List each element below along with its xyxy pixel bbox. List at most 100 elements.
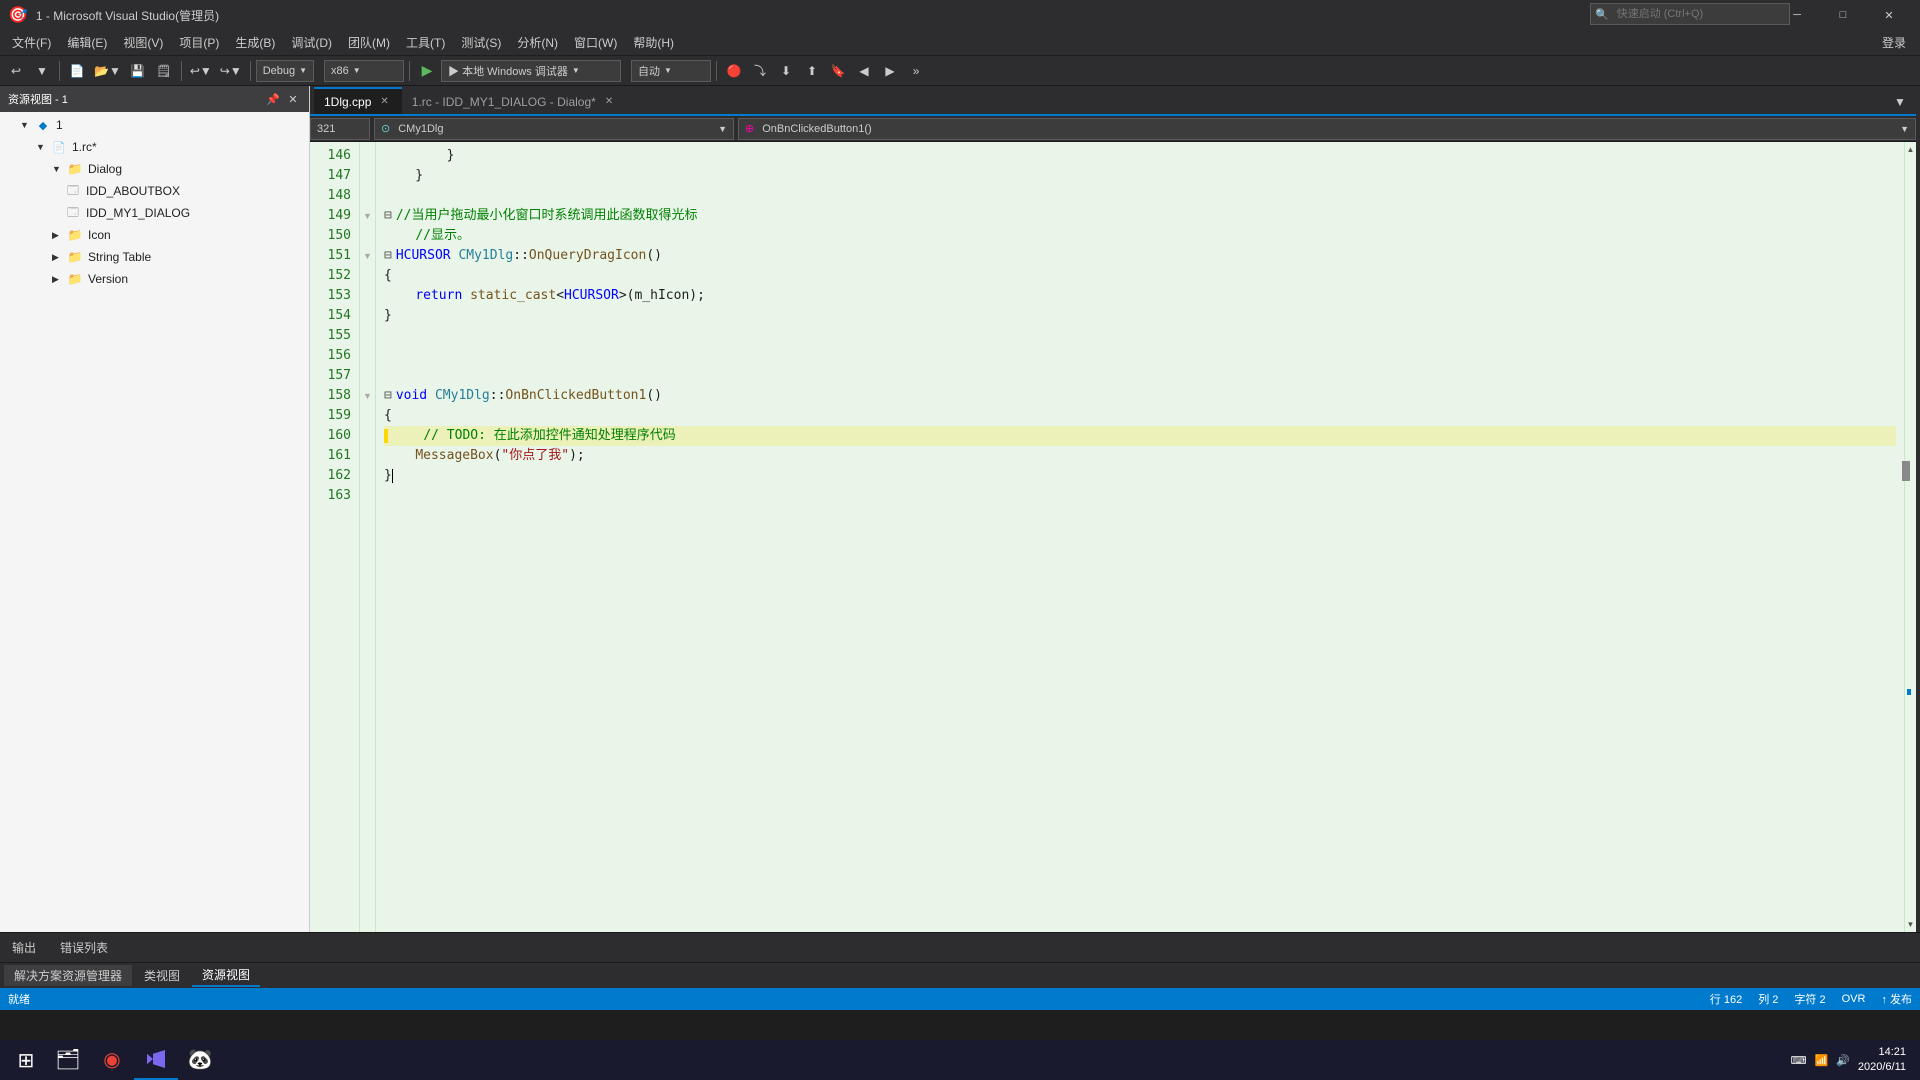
output-tab[interactable]: 输出 [8, 939, 40, 956]
class-dropdown[interactable]: ⊙ CMy1Dlg ▼ [374, 118, 734, 140]
toolbar-open-btn[interactable]: 📂▼ [91, 59, 124, 83]
sidebar-item-idd-about[interactable]: 🗔 IDD_ABOUTBOX [0, 180, 309, 202]
menu-analyze[interactable]: 分析(N) [509, 32, 566, 54]
code-line-159: { [384, 406, 1896, 426]
fold-151[interactable]: ▼ [360, 246, 375, 266]
toolbar-undo-btn[interactable]: ↩▼ [187, 59, 215, 83]
toolbar-step-into-btn[interactable]: ⬇ [774, 59, 798, 83]
sidebar-item-rc[interactable]: ▼ 📄 1.rc* [0, 136, 309, 158]
platform-dropdown[interactable]: x86 ▼ [324, 60, 404, 82]
close-button[interactable]: ✕ [1866, 0, 1912, 30]
menu-tools[interactable]: 工具(T) [398, 32, 453, 54]
sidebar-close-btn[interactable]: ✕ [285, 91, 301, 107]
menu-help[interactable]: 帮助(H) [625, 32, 682, 54]
auto-dropdown[interactable]: 自动 ▼ [631, 60, 711, 82]
tab-1rc-label: 1.rc - IDD_MY1_DIALOG - Dialog* [412, 95, 596, 109]
scroll-up-arrow-icon[interactable]: ▲ [1904, 142, 1916, 157]
taskbar-explorer-btn[interactable]: 🗂 [46, 1040, 90, 1080]
maximize-button[interactable]: □ [1820, 0, 1866, 30]
solution-explorer-tab[interactable]: 解决方案资源管理器 [4, 965, 132, 986]
right-scrollbar[interactable]: ▲ ▼ [1904, 142, 1916, 932]
toolbar-redo-btn[interactable]: ↪▼ [217, 59, 245, 83]
fold-arrow-149-icon[interactable]: ⊟ [384, 206, 392, 226]
toolbar-nav-next-btn[interactable]: ▶ [878, 59, 902, 83]
tab-1rc-close-icon[interactable]: ✕ [602, 95, 616, 108]
menu-test[interactable]: 测试(S) [453, 32, 509, 54]
menu-window[interactable]: 窗口(W) [566, 32, 625, 54]
method-dropdown[interactable]: ⊕ OnBnClickedButton1() ▼ [738, 118, 1916, 140]
fold-163 [360, 486, 375, 506]
sidebar-resize-handle[interactable] [1916, 86, 1920, 932]
toolbar-back-btn[interactable]: ↩ [4, 59, 28, 83]
line-number-dropdown[interactable]: 321 [310, 118, 370, 140]
taskbar-vs-btn[interactable] [134, 1040, 178, 1080]
menu-file[interactable]: 文件(F) [4, 32, 59, 54]
menu-build[interactable]: 生成(B) [227, 32, 283, 54]
code-area[interactable]: } } ⊟ //当用户拖动最小化窗口时系统调用此函数取得光标 [376, 142, 1904, 932]
root-label: 1 [56, 118, 63, 132]
tab-scroll-right-btn[interactable]: ▼ [1888, 90, 1912, 114]
taskbar-clock: 14:21 2020/6/11 [1858, 1045, 1906, 1076]
taskbar-app4-btn[interactable]: 🐼 [178, 1040, 222, 1080]
idd-about-label: IDD_ABOUTBOX [86, 184, 180, 198]
toolbar-bookmark-btn[interactable]: 🔖 [826, 59, 850, 83]
toolbar-save-btn[interactable]: 💾 [126, 59, 150, 83]
error-list-tab[interactable]: 错误列表 [56, 939, 112, 956]
sidebar-item-idd-my1[interactable]: 🗔 IDD_MY1_DIALOG [0, 202, 309, 224]
resource-view-tab[interactable]: 资源视图 [192, 964, 260, 987]
fold-161 [360, 446, 375, 466]
tab-1rc[interactable]: 1.rc - IDD_MY1_DIALOG - Dialog* ✕ [402, 87, 626, 114]
status-publish[interactable]: ↑ 发布 [1881, 991, 1912, 1007]
toolbar-nav-prev-btn[interactable]: ◀ [852, 59, 876, 83]
toolbar-new-file-btn[interactable]: 📄 [65, 59, 89, 83]
debugger-label: ▶ 本地 Windows 调试器 [448, 63, 568, 79]
method-icon: ⊕ [745, 122, 754, 135]
bottom-panel: 输出 错误列表 [0, 932, 1920, 962]
menu-project[interactable]: 项目(P) [171, 32, 227, 54]
code-line-163 [384, 486, 1896, 506]
breakpoint-marker [384, 429, 388, 443]
menu-team[interactable]: 团队(M) [340, 32, 398, 54]
code-line-161: MessageBox ( "你点了我" ); [384, 446, 1896, 466]
toolbar-sep-1 [59, 61, 60, 81]
sidebar-item-stringtable[interactable]: ▶ 📁 String Table [0, 246, 309, 268]
scroll-thumb[interactable] [1902, 461, 1910, 481]
tab-1dlg[interactable]: 1Dlg.cpp ✕ [314, 87, 402, 114]
scroll-down-arrow-icon[interactable]: ▼ [1904, 917, 1916, 932]
tab-1dlg-close-icon[interactable]: ✕ [377, 95, 391, 108]
menu-debug[interactable]: 调试(D) [283, 32, 340, 54]
toolbar-more-btn[interactable]: » [904, 59, 928, 83]
quick-launch-input[interactable] [1613, 8, 1773, 20]
toolbar-save-all-btn[interactable]: 🗒 [152, 59, 176, 83]
sidebar-item-icon[interactable]: ▶ 📁 Icon [0, 224, 309, 246]
fold-158[interactable]: ▼ [360, 386, 375, 406]
quick-launch-box[interactable]: 🔍 [1590, 3, 1790, 25]
fold-156 [360, 346, 375, 366]
fold-152 [360, 266, 375, 286]
sidebar-item-version[interactable]: ▶ 📁 Version [0, 268, 309, 290]
toolbar-breakpoint-btn[interactable]: 🔴 [722, 59, 746, 83]
start-button[interactable]: ⊞ [6, 1040, 46, 1080]
class-view-tab[interactable]: 类视图 [134, 965, 190, 986]
sidebar-item-root[interactable]: ▼ ◆ 1 [0, 114, 309, 136]
toolbar-step-over-btn[interactable]: ⤵ [748, 59, 772, 83]
menu-view[interactable]: 视图(V) [115, 32, 171, 54]
fold-160 [360, 426, 375, 446]
code-editor[interactable]: 146 147 148 149 150 151 152 153 154 155 … [310, 142, 1916, 932]
menu-edit[interactable]: 编辑(E) [59, 32, 115, 54]
sidebar-pin-btn[interactable]: 📌 [265, 91, 281, 107]
toolbar-forward-btn[interactable]: ▼ [30, 59, 54, 83]
vs-taskbar-icon [144, 1047, 168, 1071]
taskbar-chrome-btn[interactable]: ◉ [90, 1040, 134, 1080]
debug-mode-dropdown[interactable]: Debug ▼ [256, 60, 314, 82]
sidebar-item-dialog[interactable]: ▼ 📁 Dialog [0, 158, 309, 180]
login-button[interactable]: 登录 [1872, 32, 1916, 54]
fold-arrow-151-icon[interactable]: ⊟ [384, 246, 392, 266]
toolbar-step-out-btn[interactable]: ⬆ [800, 59, 824, 83]
start-debug-btn[interactable]: ▶ [415, 59, 439, 83]
line-num-147: 147 [314, 166, 351, 186]
debugger-dropdown[interactable]: ▶ 本地 Windows 调试器 ▼ [441, 60, 621, 82]
fold-149[interactable]: ▼ [360, 206, 375, 226]
fold-arrow-158-icon[interactable]: ⊟ [384, 386, 392, 406]
class-arrow-icon: ⊙ [381, 122, 390, 135]
